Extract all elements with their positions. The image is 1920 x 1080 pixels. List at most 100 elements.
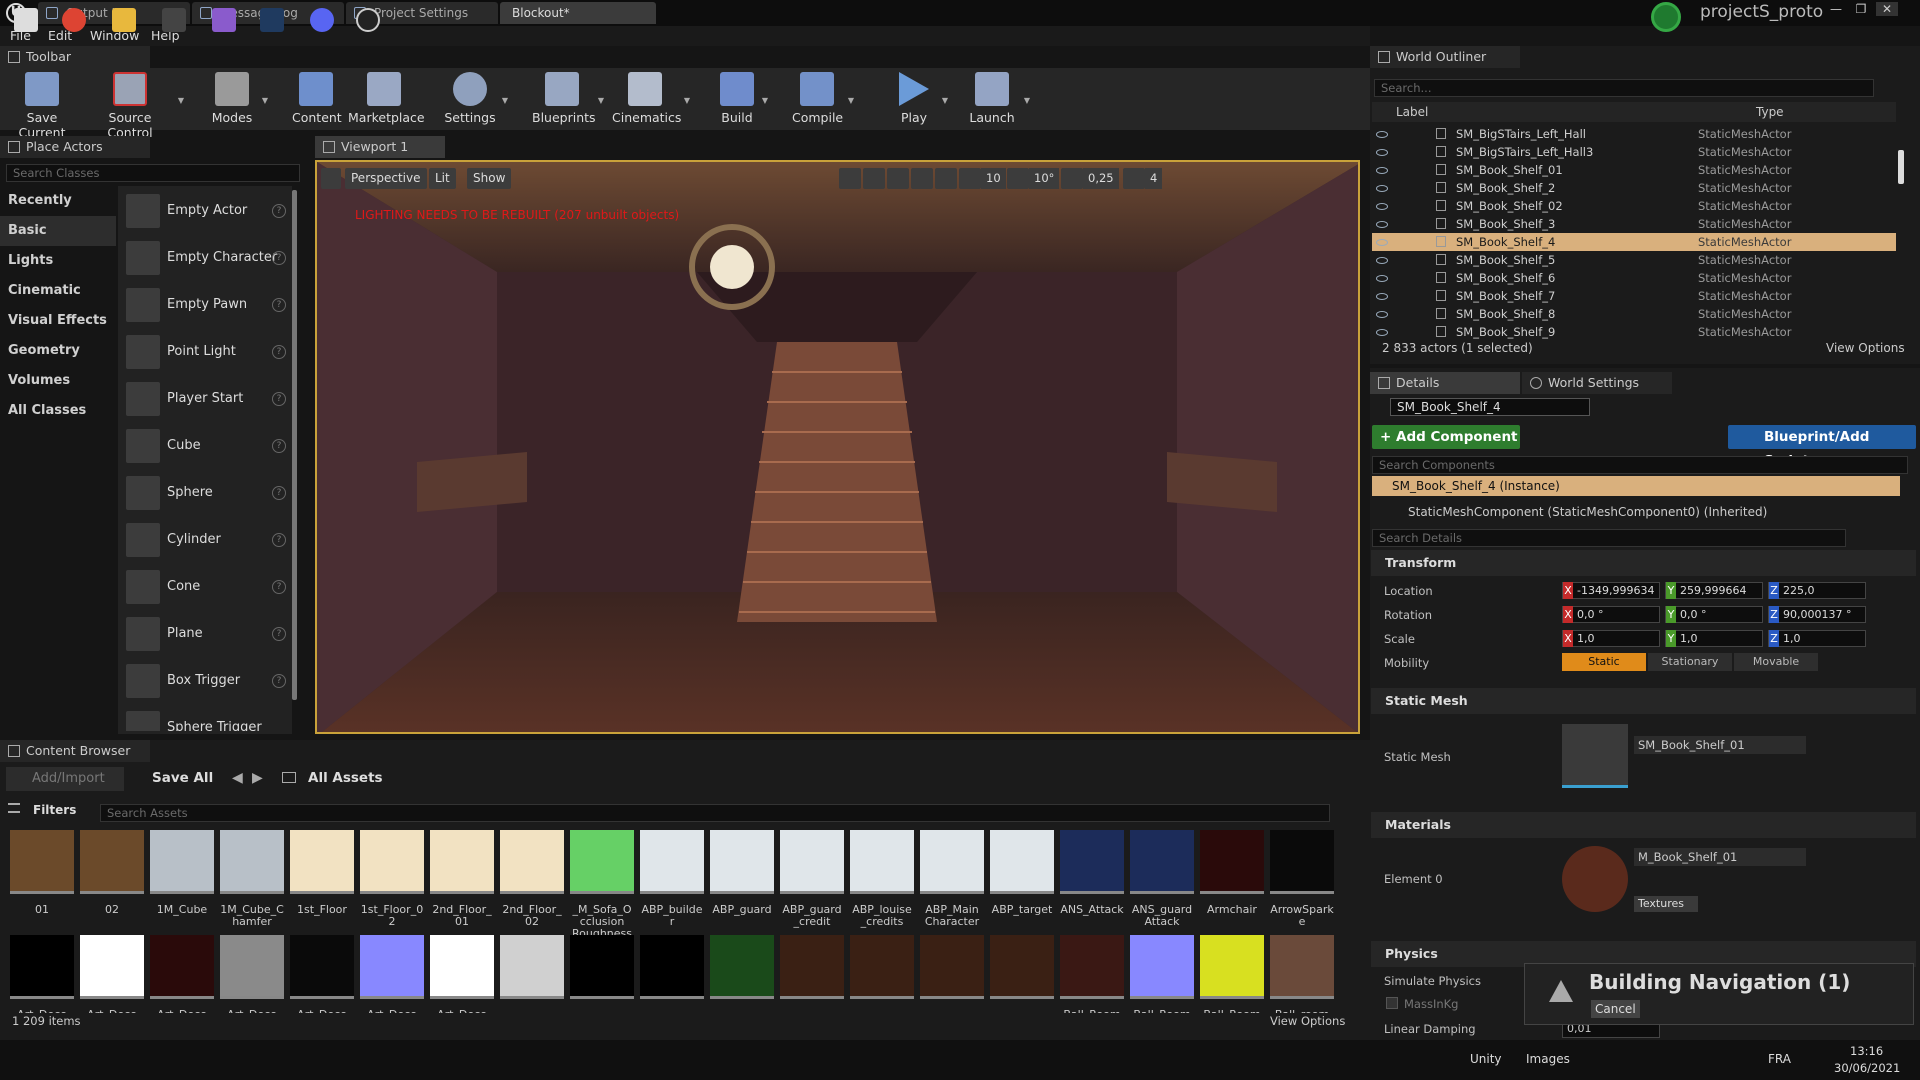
- perspective-button[interactable]: Perspective: [345, 168, 427, 189]
- rotate-icon[interactable]: [863, 168, 885, 189]
- asset-tile[interactable]: [570, 935, 634, 1013]
- scale-icon[interactable]: [887, 168, 909, 189]
- instance-row[interactable]: SM_Book_Shelf_4 (Instance): [1372, 476, 1900, 496]
- search-assets-input[interactable]: Search Assets: [100, 804, 1330, 822]
- asset-tile[interactable]: 1st_Floor: [290, 830, 354, 916]
- help-icon[interactable]: ?: [272, 533, 286, 547]
- eye-icon[interactable]: [1376, 203, 1388, 210]
- back-arrow-icon[interactable]: ◀: [232, 770, 243, 786]
- minimize-button[interactable]: —: [1825, 2, 1847, 16]
- eye-icon[interactable]: [1376, 167, 1388, 174]
- location-z-input[interactable]: Z 225,0: [1768, 582, 1866, 599]
- asset-tile[interactable]: Ball_Room: [1200, 935, 1264, 1013]
- rotation-x-input[interactable]: X 0,0 °: [1562, 606, 1660, 623]
- unreal-taskbar-icon[interactable]: [356, 8, 380, 32]
- asset-tile[interactable]: Art_Deco: [290, 935, 354, 1013]
- outliner-row[interactable]: SM_Book_Shelf_5 StaticMeshActor: [1372, 251, 1896, 269]
- asset-tile[interactable]: 2nd_Floor_01: [430, 830, 494, 928]
- outliner-row[interactable]: SM_Book_Shelf_9 StaticMeshActor: [1372, 323, 1896, 341]
- asset-tile[interactable]: ABP_guard: [710, 830, 774, 916]
- outliner-row[interactable]: SM_Book_Shelf_6 StaticMeshActor: [1372, 269, 1896, 287]
- dropdown-arrow-icon[interactable]: ▼: [1024, 96, 1030, 105]
- chrome-icon[interactable]: [62, 8, 86, 32]
- content-button[interactable]: Content: [292, 72, 342, 125]
- dropdown-arrow-icon[interactable]: ▼: [762, 96, 768, 105]
- save-current-button[interactable]: Save Current: [6, 72, 78, 140]
- scale-snap-icon[interactable]: [1061, 168, 1083, 189]
- asset-tile[interactable]: [990, 935, 1054, 1013]
- outliner-row[interactable]: SM_Book_Shelf_3 StaticMeshActor: [1372, 215, 1896, 233]
- help-icon[interactable]: ?: [272, 392, 286, 406]
- scale-snap-value[interactable]: 0,25: [1083, 168, 1119, 189]
- actor-name-input[interactable]: SM_Book_Shelf_4: [1390, 398, 1590, 416]
- asset-tile[interactable]: ABP_guard_credit: [780, 830, 844, 928]
- clock-date[interactable]: 30/06/2021: [1834, 1061, 1900, 1075]
- actor-plane[interactable]: Plane?: [120, 613, 292, 657]
- asset-tile[interactable]: [850, 935, 914, 1013]
- world-settings-tab[interactable]: World Settings: [1522, 372, 1672, 394]
- mass-checkbox[interactable]: [1386, 997, 1398, 1009]
- build-button[interactable]: Build ▼: [718, 72, 768, 125]
- content-browser-tab[interactable]: Content Browser: [0, 740, 150, 762]
- asset-tile[interactable]: 1st_Floor_02: [360, 830, 424, 928]
- viewport-tab[interactable]: Viewport 1: [315, 136, 445, 158]
- asset-tile[interactable]: ABP_target: [990, 830, 1054, 916]
- asset-tile[interactable]: [640, 935, 704, 1013]
- windows-start-icon[interactable]: [14, 8, 38, 32]
- clock-time[interactable]: 13:16: [1850, 1044, 1883, 1058]
- eye-icon[interactable]: [1376, 185, 1388, 192]
- outliner-view-options-button[interactable]: View Options: [1826, 341, 1905, 355]
- add-import-button[interactable]: Add/Import: [6, 767, 124, 791]
- component-row[interactable]: StaticMeshComponent (StaticMeshComponent…: [1408, 505, 1767, 519]
- source-control-button[interactable]: Source Control ▼: [88, 72, 184, 140]
- unity-toolbar[interactable]: Unity: [1470, 1052, 1502, 1066]
- filters-button[interactable]: Filters: [33, 803, 76, 817]
- eye-icon[interactable]: [1376, 293, 1388, 300]
- rotation-label[interactable]: Rotation: [1384, 608, 1432, 622]
- actor-player-start[interactable]: Player Start?: [120, 378, 292, 422]
- world-space-icon[interactable]: [911, 168, 933, 189]
- search-classes-input[interactable]: Search Classes: [6, 164, 300, 182]
- rotation-snap-icon[interactable]: [1007, 168, 1029, 189]
- place-actors-tab[interactable]: Place Actors: [0, 136, 150, 158]
- static-mesh-section[interactable]: Static Mesh: [1371, 688, 1916, 714]
- scale-x-input[interactable]: X 1,0: [1562, 630, 1660, 647]
- show-button[interactable]: Show: [467, 168, 512, 189]
- help-icon[interactable]: ?: [272, 345, 286, 359]
- help-icon[interactable]: ?: [272, 627, 286, 641]
- outliner-row[interactable]: SM_Book_Shelf_4 StaticMeshActor: [1372, 233, 1896, 251]
- dropdown-arrow-icon[interactable]: ▼: [684, 96, 690, 105]
- actor-box-trigger[interactable]: Box Trigger?: [120, 660, 292, 704]
- category-visual-effects[interactable]: Visual Effects: [0, 306, 116, 336]
- eye-icon[interactable]: [1376, 131, 1388, 138]
- actor-sphere-trigger[interactable]: Sphere Trigger: [120, 707, 292, 731]
- marketplace-button[interactable]: Marketplace: [348, 72, 425, 125]
- help-icon[interactable]: ?: [272, 674, 286, 688]
- asset-tile[interactable]: Art_Deco: [220, 935, 284, 1013]
- asset-tile[interactable]: Art_Deco: [80, 935, 144, 1013]
- cb-view-options-button[interactable]: View Options: [1270, 1014, 1345, 1028]
- outliner-row[interactable]: SM_Book_Shelf_01 StaticMeshActor: [1372, 161, 1896, 179]
- settings-button[interactable]: Settings ▼: [444, 72, 508, 125]
- asset-path[interactable]: All Assets: [308, 770, 383, 786]
- blueprints-button[interactable]: Blueprints ▼: [532, 72, 604, 125]
- asset-tile[interactable]: 02: [80, 830, 144, 916]
- asset-tile[interactable]: [710, 935, 774, 1013]
- asset-tile[interactable]: 2nd_Floor_02: [500, 830, 564, 928]
- modes-button[interactable]: Modes ▼: [208, 72, 268, 125]
- language-indicator[interactable]: FRA: [1768, 1052, 1791, 1066]
- materials-section[interactable]: Materials: [1371, 812, 1916, 838]
- discord-icon[interactable]: [310, 8, 334, 32]
- asset-tile[interactable]: Ball_Room: [1060, 935, 1124, 1013]
- mobility-static-button[interactable]: Static: [1562, 653, 1646, 671]
- cancel-button[interactable]: Cancel: [1591, 1000, 1640, 1018]
- help-icon[interactable]: ?: [272, 298, 286, 312]
- asset-tile[interactable]: [500, 935, 564, 1013]
- details-tab[interactable]: Details: [1370, 372, 1520, 394]
- asset-tile[interactable]: Ball_room: [1270, 935, 1334, 1013]
- category-geometry[interactable]: Geometry: [0, 336, 116, 366]
- outliner-scrollbar[interactable]: [1898, 150, 1904, 184]
- actor-empty-actor[interactable]: Empty Actor?: [120, 190, 292, 234]
- outliner-row[interactable]: SM_Book_Shelf_8 StaticMeshActor: [1372, 305, 1896, 323]
- static-mesh-thumbnail[interactable]: [1562, 724, 1628, 788]
